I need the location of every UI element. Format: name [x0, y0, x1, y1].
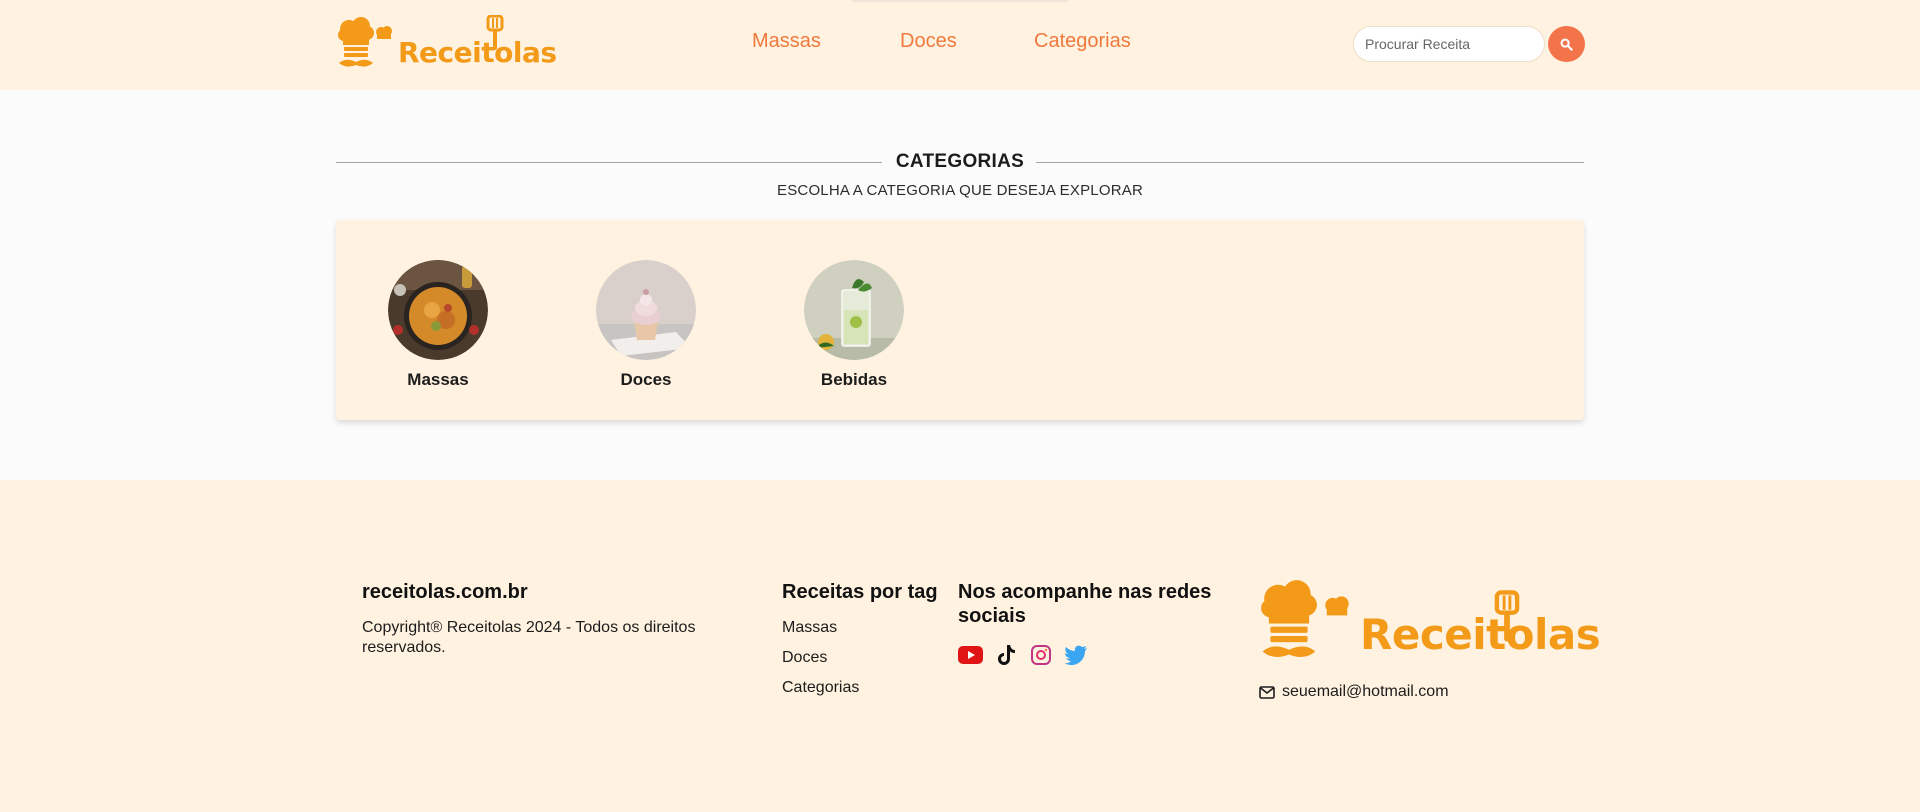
main-content: CATEGORIAS ESCOLHA A CATEGORIA QUE DESEJ…: [0, 90, 1920, 480]
categories-panel: Massas Doces Bebidas: [336, 220, 1584, 420]
footer-email-text: seuemail@hotmail.com: [1282, 683, 1449, 700]
footer-copyright: Copyright® Receitolas 2024 - Todos os di…: [362, 619, 696, 656]
nav-link-categorias[interactable]: Categorias: [1034, 30, 1131, 53]
tiktok-icon[interactable]: [993, 642, 1018, 667]
category-image-massas: [388, 260, 488, 360]
footer-tag-links: Massas Doces Categorias: [782, 618, 952, 708]
section-heading: CATEGORIAS: [336, 150, 1584, 174]
footer-tags: Receitas por tag Massas Doces Categorias: [782, 580, 952, 708]
search-icon: [1560, 38, 1573, 51]
nav-link-massas[interactable]: Massas: [752, 30, 900, 53]
small-hat-icon: [1325, 596, 1349, 616]
spatula-icon: [486, 15, 504, 50]
footer-link-categorias[interactable]: Categorias: [782, 678, 952, 708]
search-input[interactable]: [1353, 26, 1545, 62]
site-footer: receitolas.com.br Copyright® Receitolas …: [0, 480, 1920, 812]
social-icons: [958, 642, 1228, 667]
youtube-icon[interactable]: [958, 642, 983, 667]
header-logo[interactable]: Receitolas: [336, 15, 557, 71]
search-bar: [1353, 26, 1585, 62]
header-notch: [852, 0, 1068, 3]
category-image-doces: [596, 260, 696, 360]
category-card-bebidas[interactable]: Bebidas: [802, 260, 906, 390]
category-name: Bebidas: [820, 370, 888, 389]
nav-link-doces[interactable]: Doces: [900, 30, 1034, 53]
main-nav: Massas Doces Categorias: [752, 30, 1131, 53]
category-card-massas[interactable]: Massas: [386, 260, 490, 390]
section-subtitle: ESCOLHA A CATEGORIA QUE DESEJA EXPLORAR: [777, 182, 1143, 199]
footer-link-doces[interactable]: Doces: [782, 648, 952, 678]
spatula-icon: [1494, 590, 1520, 642]
heading-divider-right: [1036, 162, 1584, 163]
category-name: Massas: [407, 370, 469, 389]
chef-hat-icon: [1261, 580, 1317, 658]
category-name: Doces: [620, 370, 672, 389]
footer-site-name: receitolas.com.br: [362, 581, 528, 603]
search-button[interactable]: [1548, 26, 1585, 62]
site-header: Receitolas Massas Doces Categorias: [0, 0, 1920, 90]
footer-social: Nos acompanhe nas redes sociais: [958, 580, 1228, 667]
category-card-doces[interactable]: Doces: [594, 260, 698, 390]
footer-link-massas[interactable]: Massas: [782, 618, 952, 648]
chef-hat-icon: [338, 17, 374, 67]
logo-text: Receitolas: [398, 36, 557, 69]
small-hat-icon: [376, 26, 392, 39]
footer-social-heading: Nos acompanhe nas redes sociais: [958, 581, 1212, 627]
footer-logo-text: Receitolas: [1360, 610, 1601, 659]
category-image-bebidas: [804, 260, 904, 360]
footer-tags-heading: Receitas por tag: [782, 581, 938, 603]
twitter-icon[interactable]: [1063, 642, 1088, 667]
instagram-icon[interactable]: [1028, 642, 1053, 667]
footer-email[interactable]: seuemail@hotmail.com: [1259, 682, 1449, 702]
envelope-icon: [1259, 685, 1275, 699]
footer-logo[interactable]: Receitolas: [1258, 580, 1601, 664]
footer-about: receitolas.com.br Copyright® Receitolas …: [362, 580, 752, 658]
